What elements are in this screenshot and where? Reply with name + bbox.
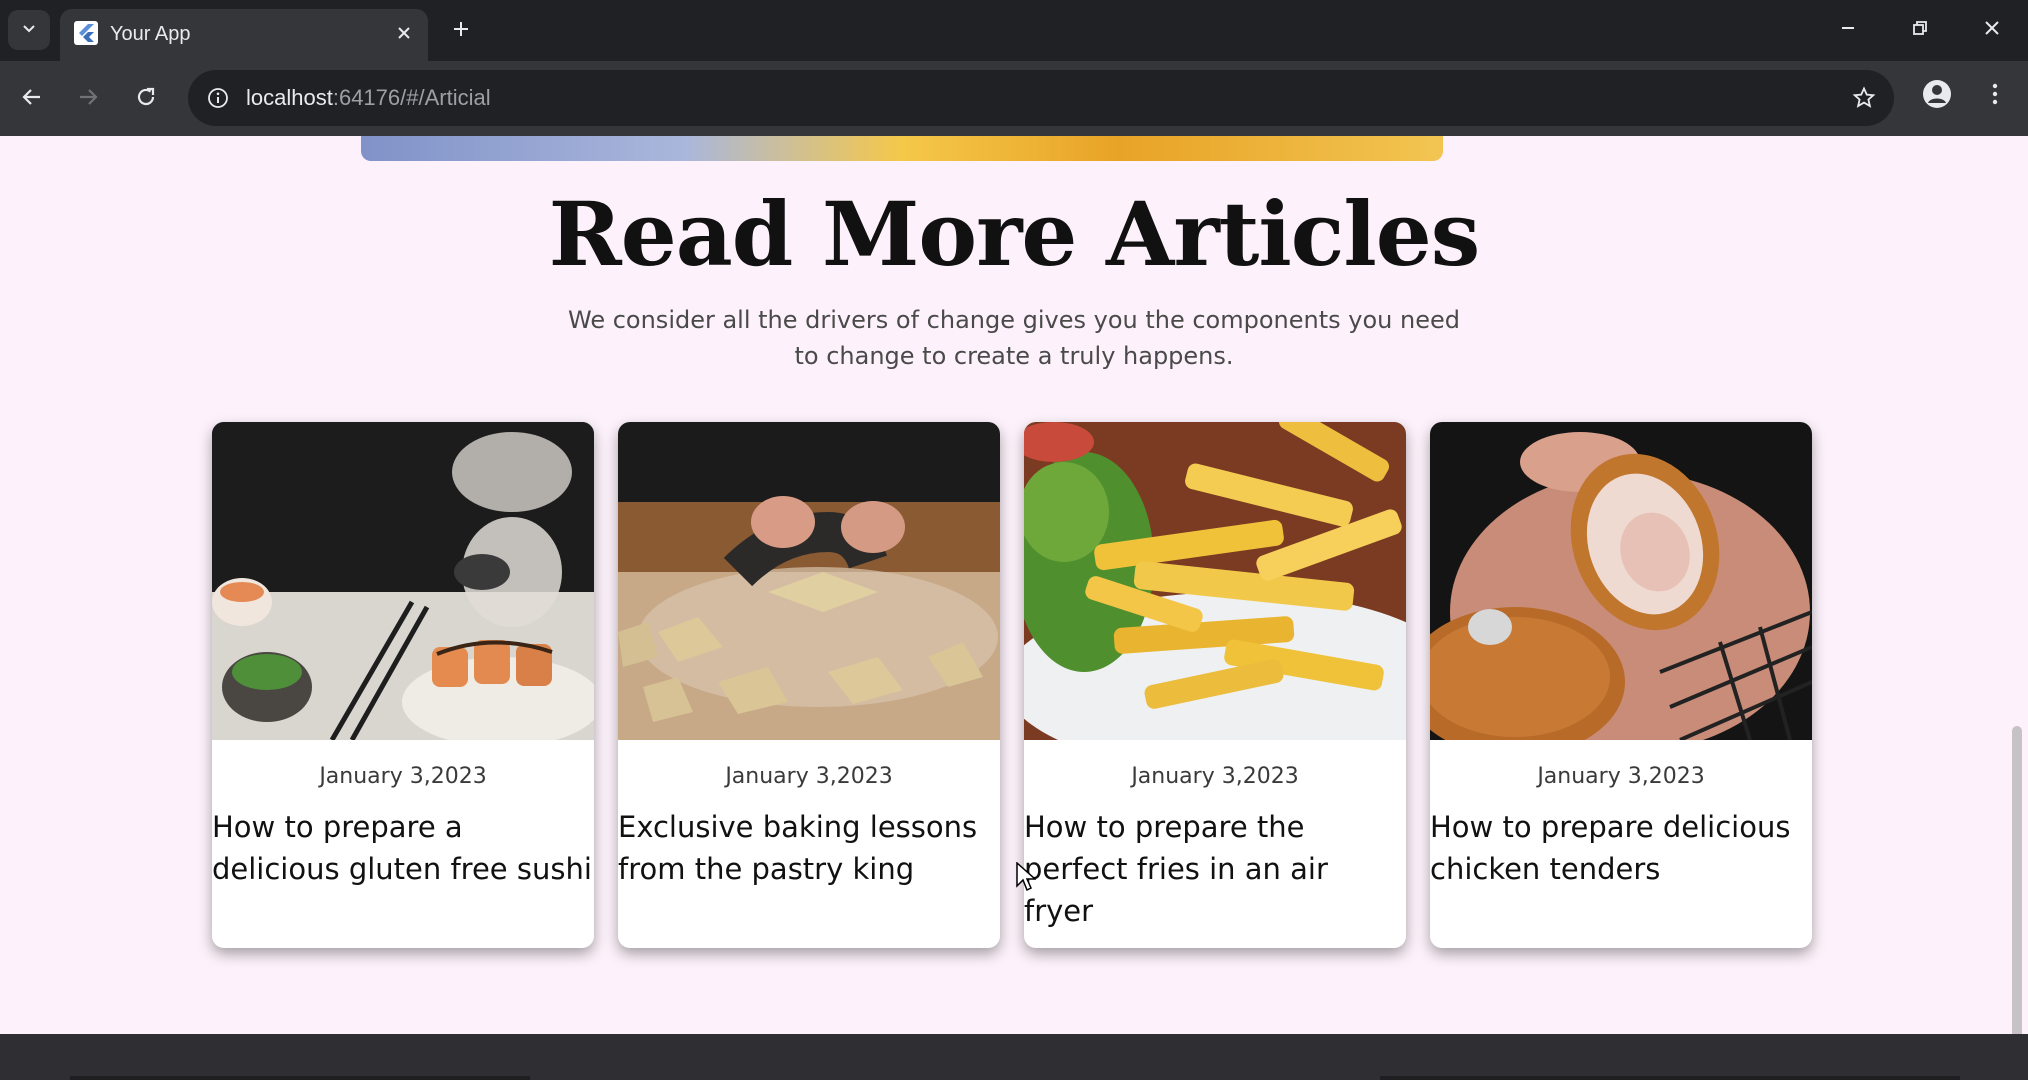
hero-image-bottom xyxy=(361,136,1443,161)
new-tab-button[interactable] xyxy=(444,14,478,48)
article-date: January 3,2023 xyxy=(725,764,893,789)
page-content: Read More Articles We consider all the d… xyxy=(0,136,2028,1080)
arrow-right-icon xyxy=(77,86,99,113)
back-button[interactable] xyxy=(12,79,52,119)
footer-divider xyxy=(70,1076,530,1080)
footer xyxy=(0,1034,2028,1080)
footer-divider xyxy=(1380,1076,1960,1080)
more-vertical-icon xyxy=(1991,82,1999,111)
page-scrollbar[interactable] xyxy=(2012,726,2022,1046)
pastry-photo xyxy=(618,422,1000,740)
tab-search-button[interactable] xyxy=(8,10,50,50)
info-icon[interactable] xyxy=(202,82,234,114)
chicken-tenders-photo xyxy=(1430,422,1812,740)
flutter-icon xyxy=(74,21,98,45)
address-bar[interactable]: localhost:64176/#/Articial xyxy=(188,70,1894,126)
url-host: localhost xyxy=(246,85,333,110)
article-card[interactable]: January 3,2023 How to prepare delicious … xyxy=(1430,422,1812,948)
restore-button[interactable] xyxy=(1898,10,1942,50)
article-title[interactable]: How to prepare the perfect fries in an a… xyxy=(1024,806,1406,932)
fries-photo xyxy=(1024,422,1406,740)
restore-icon xyxy=(1911,19,1929,42)
article-title[interactable]: How to prepare a delicious gluten free s… xyxy=(212,806,594,890)
article-card[interactable]: January 3,2023 Exclusive baking lessons … xyxy=(618,422,1000,948)
section-title: Read More Articles xyxy=(548,182,1481,286)
arrow-left-icon xyxy=(21,86,43,113)
subtitle-line-1: We consider all the drivers of change gi… xyxy=(568,306,1460,334)
minimize-icon xyxy=(1839,19,1857,42)
browser-tab-bar: Your App xyxy=(0,0,2028,61)
forward-button[interactable] xyxy=(68,79,108,119)
url-path: :64176/#/Articial xyxy=(332,85,491,110)
person-icon xyxy=(1922,79,1952,114)
url-text[interactable]: localhost:64176/#/Articial xyxy=(246,85,491,111)
sushi-photo xyxy=(212,422,594,740)
browser-tab[interactable]: Your App xyxy=(60,9,428,61)
profile-button[interactable] xyxy=(1918,77,1956,115)
article-date: January 3,2023 xyxy=(319,764,487,789)
browser-menu-button[interactable] xyxy=(1976,77,2014,115)
minimize-button[interactable] xyxy=(1826,10,1870,50)
close-icon xyxy=(1983,19,2001,42)
article-title[interactable]: How to prepare delicious chicken tenders xyxy=(1430,806,1812,890)
star-icon[interactable] xyxy=(1848,82,1880,114)
article-card[interactable]: January 3,2023 How to prepare the perfec… xyxy=(1024,422,1406,948)
article-card[interactable]: January 3,2023 How to prepare a deliciou… xyxy=(212,422,594,948)
mouse-cursor-icon xyxy=(1016,861,1037,892)
article-date: January 3,2023 xyxy=(1537,764,1705,789)
article-date: January 3,2023 xyxy=(1131,764,1299,789)
browser-toolbar: localhost:64176/#/Articial xyxy=(0,61,2028,136)
close-icon[interactable] xyxy=(390,19,418,47)
reload-button[interactable] xyxy=(126,79,166,119)
tab-title: Your App xyxy=(110,23,191,45)
article-cards: January 3,2023 How to prepare a deliciou… xyxy=(212,422,1814,948)
reload-icon xyxy=(135,86,157,113)
plus-icon xyxy=(451,19,471,44)
close-window-button[interactable] xyxy=(1970,10,2014,50)
subtitle-line-2: to change to create a truly happens. xyxy=(794,342,1234,370)
section-subtitle: We consider all the drivers of change gi… xyxy=(560,302,1468,374)
chevron-down-icon xyxy=(21,20,37,41)
article-title[interactable]: Exclusive baking lessons from the pastry… xyxy=(618,806,1000,890)
